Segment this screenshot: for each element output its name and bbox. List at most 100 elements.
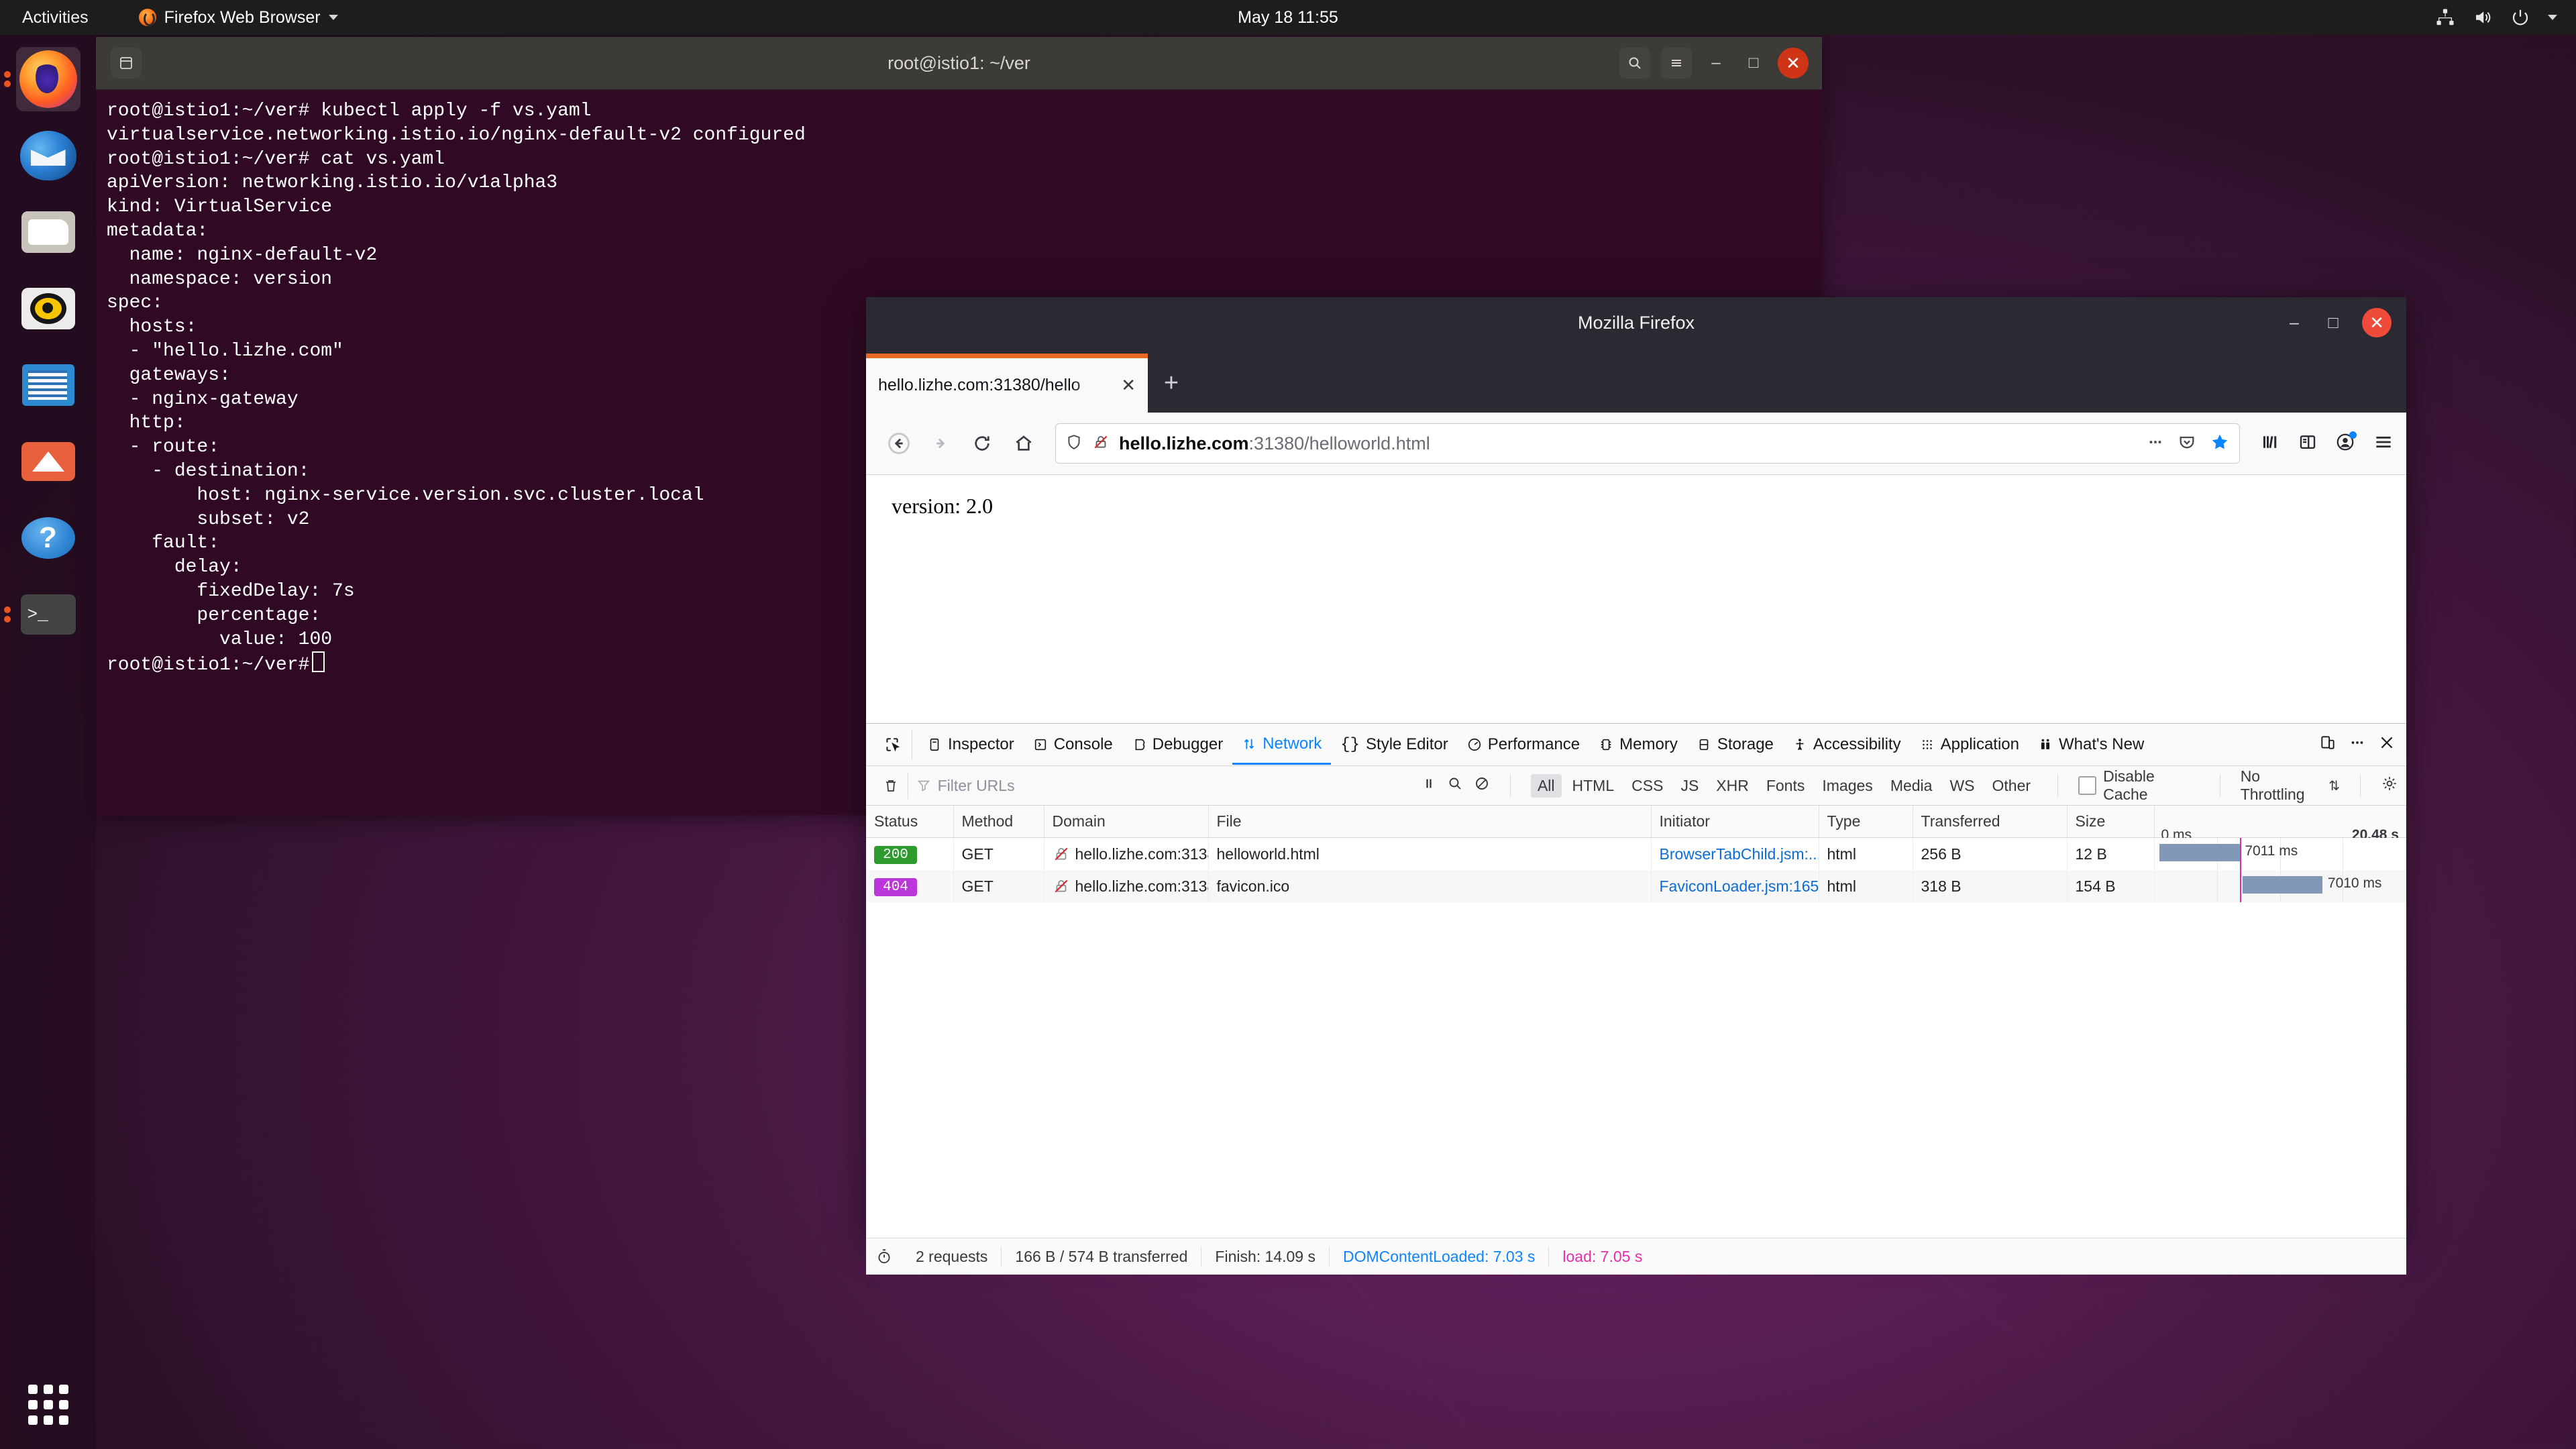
star-icon[interactable] — [2210, 432, 2230, 455]
hamburger-icon[interactable] — [1661, 48, 1692, 78]
system-tray[interactable] — [2435, 7, 2557, 28]
filter-urls-input[interactable]: Filter URLs — [916, 777, 1421, 795]
home-icon[interactable] — [1003, 423, 1044, 464]
cell-initiator[interactable]: BrowserTabChild.jsm:... — [1651, 837, 1819, 870]
library-icon[interactable] — [2260, 432, 2280, 455]
column-domain[interactable]: Domain — [1044, 806, 1209, 838]
disable-cache-checkbox[interactable] — [2078, 776, 2097, 795]
tab-debugger[interactable]: Debugger — [1122, 724, 1232, 765]
cell-method: GET — [953, 837, 1044, 870]
dock-item-writer[interactable] — [16, 353, 80, 417]
filter-type-all[interactable]: All — [1530, 773, 1562, 798]
new-tab-button[interactable]: + — [1148, 354, 1195, 413]
column-size[interactable]: Size — [2067, 806, 2155, 838]
element-picker-icon[interactable] — [873, 730, 912, 759]
tab-memory[interactable]: Memory — [1589, 724, 1687, 765]
tab-style-editor[interactable]: {} Style Editor — [1331, 724, 1458, 765]
dock-item-files[interactable] — [16, 200, 80, 264]
filter-type-fonts[interactable]: Fonts — [1760, 774, 1812, 798]
terminal-titlebar[interactable]: root@istio1: ~/ver – □ ✕ — [96, 37, 1822, 90]
dropdown-arrow-icon[interactable] — [2548, 15, 2557, 20]
hamburger-menu-icon[interactable] — [2373, 431, 2394, 456]
responsive-design-mode-icon[interactable] — [2319, 734, 2337, 756]
url-bar[interactable]: hello.lizhe.com:31380/helloworld.html — [1055, 423, 2240, 464]
insecure-icon — [1053, 877, 1070, 895]
gear-icon[interactable] — [2381, 775, 2398, 796]
block-icon[interactable] — [1474, 775, 1490, 796]
pocket-icon[interactable] — [2178, 433, 2196, 455]
column-timeline[interactable]: 0 ms 20.48 s — [2154, 806, 2406, 843]
new-terminal-icon[interactable] — [111, 48, 142, 78]
column-status[interactable]: Status — [866, 806, 954, 838]
filter-type-images[interactable]: Images — [1815, 774, 1879, 798]
dock-item-thunderbird[interactable] — [16, 123, 80, 188]
dock-item-help[interactable]: ? — [16, 506, 80, 570]
filter-type-css[interactable]: CSS — [1625, 774, 1670, 798]
tab-performance[interactable]: Performance — [1458, 724, 1589, 765]
firefox-maximize-button[interactable]: □ — [2323, 313, 2343, 333]
network-wired-icon[interactable] — [2435, 7, 2455, 28]
close-devtools-icon[interactable] — [2378, 734, 2396, 756]
tab-storage[interactable]: Storage — [1687, 724, 1783, 765]
filter-type-xhr[interactable]: XHR — [1709, 774, 1756, 798]
column-method[interactable]: Method — [953, 806, 1044, 838]
column-initiator[interactable]: Initiator — [1651, 806, 1819, 838]
forward-button[interactable] — [920, 423, 961, 464]
terminal-maximize-button[interactable]: □ — [1740, 50, 1767, 76]
dock-item-firefox[interactable] — [3, 47, 80, 111]
filter-type-js[interactable]: JS — [1674, 774, 1705, 798]
column-file[interactable]: File — [1208, 806, 1652, 838]
throttling-select[interactable]: No Throttling ⇅ — [2241, 767, 2340, 804]
account-icon[interactable] — [2335, 431, 2357, 455]
tab-whats-new[interactable]: What's New — [2029, 724, 2153, 765]
show-applications-button[interactable] — [28, 1385, 68, 1425]
rhythmbox-icon — [21, 288, 75, 329]
sidebar-icon[interactable] — [2298, 432, 2318, 455]
tab-application[interactable]: Application — [1911, 724, 2029, 765]
dock-item-rhythmbox[interactable] — [16, 276, 80, 341]
disable-cache-toggle[interactable]: Disable Cache — [2078, 767, 2200, 804]
search-icon[interactable] — [1447, 775, 1463, 796]
reload-button[interactable] — [961, 423, 1003, 464]
filter-type-other[interactable]: Other — [1986, 774, 2038, 798]
firefox-titlebar[interactable]: Mozilla Firefox – □ ✕ — [866, 297, 2406, 348]
close-icon[interactable]: ✕ — [1121, 375, 1136, 396]
table-row[interactable]: 404 GET hello.lizhe.com:31380 favicon.ic… — [866, 870, 2406, 902]
volume-icon[interactable] — [2473, 7, 2493, 28]
filter-type-media[interactable]: Media — [1884, 774, 1939, 798]
filter-type-html[interactable]: HTML — [1566, 774, 1621, 798]
tab-network[interactable]: Network — [1232, 724, 1332, 765]
dock-item-software[interactable] — [16, 429, 80, 494]
crossed-out-lock-icon[interactable] — [1092, 433, 1110, 454]
dock-item-terminal[interactable]: >_ — [3, 582, 80, 647]
column-type[interactable]: Type — [1819, 806, 1913, 838]
pause-icon[interactable] — [1421, 776, 1436, 795]
activities-button[interactable]: Activities — [22, 8, 89, 28]
back-button[interactable] — [878, 423, 920, 464]
app-menu-button[interactable]: Firefox Web Browser — [138, 8, 338, 28]
terminal-prompt: root@istio1:~/ver# — [107, 655, 310, 676]
browser-tab[interactable]: hello.lizhe.com:31380/hello ✕ — [866, 354, 1148, 413]
page-actions-icon[interactable] — [2147, 433, 2164, 454]
shield-icon[interactable] — [1065, 433, 1083, 454]
url-text[interactable]: hello.lizhe.com:31380/helloworld.html — [1119, 433, 2137, 454]
terminal-close-button[interactable]: ✕ — [1778, 48, 1809, 78]
column-transferred[interactable]: Transferred — [1913, 806, 2068, 838]
insecure-icon — [1053, 845, 1070, 863]
firefox-minimize-button[interactable]: – — [2284, 313, 2304, 333]
power-icon[interactable] — [2510, 7, 2530, 28]
cell-initiator[interactable]: FaviconLoader.jsm:165... — [1651, 870, 1819, 902]
devtools-options-icon[interactable] — [2349, 734, 2366, 756]
terminal-minimize-button[interactable]: – — [1703, 50, 1729, 76]
thunderbird-icon — [19, 131, 76, 180]
tab-label: What's New — [2059, 735, 2145, 753]
tab-accessibility[interactable]: Accessibility — [1783, 724, 1911, 765]
clock[interactable]: May 18 11:55 — [1238, 8, 1338, 28]
firefox-close-button[interactable]: ✕ — [2362, 308, 2392, 337]
tab-console[interactable]: Console — [1024, 724, 1122, 765]
clear-requests-icon[interactable] — [874, 772, 908, 799]
tab-inspector[interactable]: Inspector — [918, 724, 1024, 765]
search-icon[interactable] — [1619, 48, 1650, 78]
filter-type-ws[interactable]: WS — [1943, 774, 1981, 798]
table-row[interactable]: 200 GET hello.lizhe.com:31380 helloworld… — [866, 837, 2406, 870]
